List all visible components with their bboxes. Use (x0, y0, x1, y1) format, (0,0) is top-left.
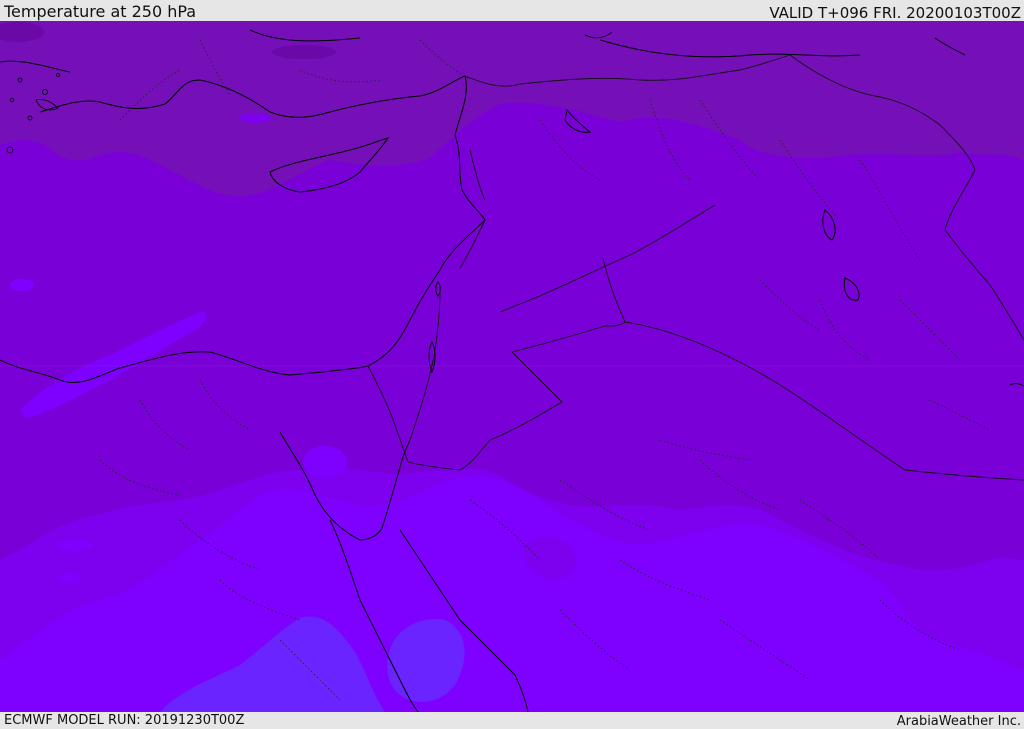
model-run-label: ECMWF MODEL RUN: 20191230T00Z (4, 713, 245, 728)
field-mid-patch-north (239, 113, 271, 123)
field-cool-dot-sw (58, 573, 82, 583)
field-cool-patch-sinai (303, 446, 347, 478)
header-bar: Temperature at 250 hPa VALID T+096 FRI. … (0, 0, 1024, 21)
footer-bar: ECMWF MODEL RUN: 20191230T00Z ArabiaWeat… (0, 712, 1024, 729)
field-dark-patch-1 (272, 45, 336, 59)
field-cool-dot-west (10, 279, 34, 291)
valid-time-label: VALID T+096 FRI. 20200103T00Z (769, 4, 1021, 22)
credit-label: ArabiaWeather Inc. (896, 714, 1021, 729)
field-cool-streak-small (57, 539, 93, 551)
map-canvas (0, 21, 1024, 712)
map-title: Temperature at 250 hPa (4, 2, 197, 21)
temperature-map[interactable] (0, 21, 1024, 712)
